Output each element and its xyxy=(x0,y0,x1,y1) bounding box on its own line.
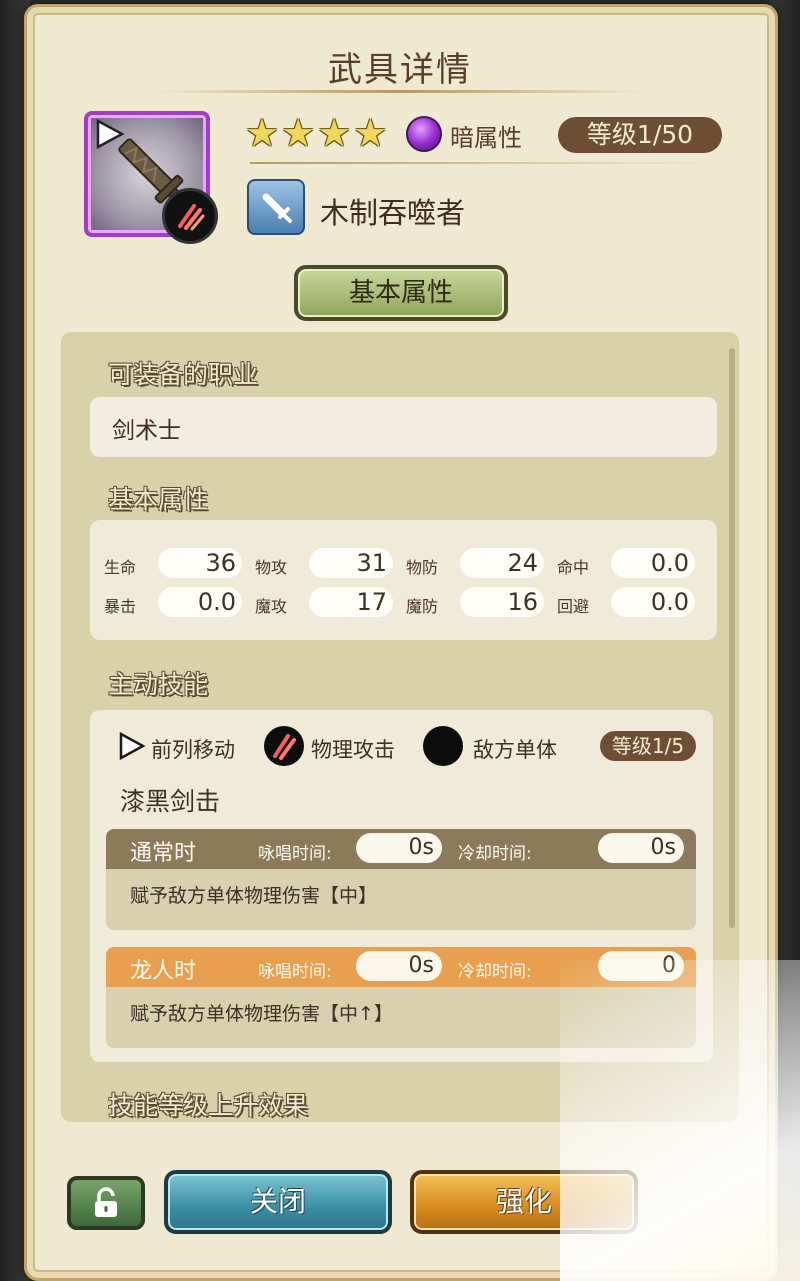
equip-class-box xyxy=(90,397,717,457)
dragon-cooldown-value: 0 xyxy=(598,951,684,981)
skill-tag-move: 前列移动 xyxy=(151,738,235,762)
star-icon: ★ xyxy=(281,111,316,155)
tab-base-attributes[interactable]: 基本属性 xyxy=(294,265,508,321)
claw-slash-icon xyxy=(273,734,296,760)
physical-attack-badge xyxy=(162,188,218,244)
stat-value-pdef: 24 xyxy=(460,548,544,578)
stat-label-evade: 回避 xyxy=(557,597,590,616)
play-icon xyxy=(96,118,125,150)
normal-cooldown-label: 冷却时间: xyxy=(458,844,532,864)
normal-mode-name: 通常时 xyxy=(130,841,197,866)
stat-value-evade: 0.0 xyxy=(611,587,695,617)
stat-value-matk: 17 xyxy=(309,587,393,617)
stat-value-crit: 0.0 xyxy=(158,587,242,617)
physical-attack-icon xyxy=(264,726,304,766)
star-icon: ★ xyxy=(245,111,280,155)
stat-value-patk: 31 xyxy=(309,548,393,578)
skill-tag-target: 敌方单体 xyxy=(473,738,557,762)
claw-slash-icon xyxy=(178,204,205,231)
weapon-name: 木制吞噬者 xyxy=(320,196,466,230)
normal-cast-value: 0s xyxy=(356,833,442,863)
lock-button[interactable] xyxy=(67,1176,145,1230)
front-move-icon xyxy=(119,731,146,761)
lock-icon xyxy=(95,1187,117,1217)
normal-mode-card: 通常时 咏唱时间: 0s 冷却时间: 0s 赋予敌方单体物理伤害【中】 xyxy=(106,829,696,930)
dragon-cast-label: 咏唱时间: xyxy=(258,962,332,982)
dark-element-orb-icon xyxy=(406,116,442,152)
title-divider xyxy=(150,90,650,93)
dragon-mode-name: 龙人时 xyxy=(130,959,197,984)
rarity-stars: ★ ★ ★ ★ xyxy=(245,114,387,152)
sword-glyph-icon xyxy=(262,193,292,223)
base-stats-heading: 基本属性 xyxy=(108,485,209,514)
skill-tag-physical: 物理攻击 xyxy=(311,738,395,762)
stat-label-crit: 暴击 xyxy=(104,597,137,616)
upgrade-button[interactable]: 强化 xyxy=(410,1170,638,1234)
content-scrollbar[interactable] xyxy=(729,348,735,928)
info-divider xyxy=(250,162,720,164)
dragon-cooldown-label: 冷却时间: xyxy=(458,962,532,982)
level-up-effect-heading: 技能等级上升效果 xyxy=(108,1091,309,1120)
base-stats-box xyxy=(90,520,717,640)
stat-value-mdef: 16 xyxy=(460,587,544,617)
skill-level-badge: 等级1/5 xyxy=(600,731,696,761)
stat-label-hit: 命中 xyxy=(557,558,590,577)
active-skill-heading: 主动技能 xyxy=(108,670,209,699)
dragon-mode-card: 龙人时 咏唱时间: 0s 冷却时间: 0 赋予敌方单体物理伤害【中↑】 xyxy=(106,947,696,1048)
stat-value-hit: 0.0 xyxy=(611,548,695,578)
stat-label-matk: 魔攻 xyxy=(255,597,288,616)
single-enemy-icon xyxy=(423,726,463,766)
close-button[interactable]: 关闭 xyxy=(164,1170,392,1234)
weapon-level-badge: 等级1/50 xyxy=(558,117,722,153)
stat-label-mdef: 魔防 xyxy=(406,597,439,616)
star-icon: ★ xyxy=(353,111,388,155)
dialog-title: 武具详情 xyxy=(328,50,472,90)
equip-class-value: 剑术士 xyxy=(112,418,181,444)
dragon-cast-value: 0s xyxy=(356,951,442,981)
stat-label-patk: 物攻 xyxy=(255,558,288,577)
stat-label-hp: 生命 xyxy=(104,558,137,577)
sword-type-icon xyxy=(247,179,305,235)
skill-name: 漆黑剑击 xyxy=(120,787,221,816)
equip-class-heading: 可装备的职业 xyxy=(108,360,259,389)
star-icon: ★ xyxy=(317,111,352,155)
element-label: 暗属性 xyxy=(450,124,522,152)
stat-label-pdef: 物防 xyxy=(406,558,439,577)
normal-mode-description: 赋予敌方单体物理伤害【中】 xyxy=(130,885,378,907)
dragon-mode-description: 赋予敌方单体物理伤害【中↑】 xyxy=(130,1003,393,1025)
normal-cast-label: 咏唱时间: xyxy=(258,844,332,864)
stat-value-hp: 36 xyxy=(158,548,242,578)
normal-cooldown-value: 0s xyxy=(598,833,684,863)
